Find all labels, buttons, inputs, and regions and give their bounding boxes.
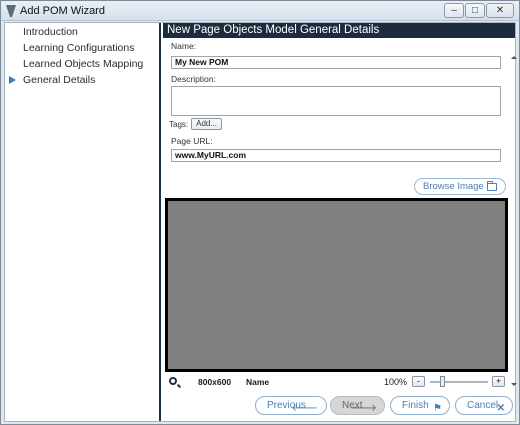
page-url-field[interactable]: www.MyURL.com [171, 149, 501, 162]
nav-item-introduction[interactable]: Introduction [5, 24, 159, 40]
zoom-percentage: 100% [384, 377, 408, 387]
nav-item-learned-objects-mapping[interactable]: Learned Objects Mapping [5, 56, 159, 72]
close-icon: ✕ [496, 403, 505, 414]
add-tag-button[interactable]: Add... [191, 118, 223, 130]
page-url-label: Page URL: [171, 136, 213, 146]
name-field[interactable]: My New POM [171, 56, 501, 69]
maximize-button[interactable]: □ [465, 3, 485, 18]
window-title: Add POM Wizard [20, 5, 105, 17]
zoom-in-button[interactable]: + [492, 376, 505, 387]
app-icon [6, 5, 16, 17]
tags-row: Tags: Add... [169, 118, 223, 130]
scroll-up-arrow-icon[interactable] [511, 55, 517, 59]
nav-item-label: Learning Configurations [23, 42, 135, 54]
screenshot-name: Name [246, 377, 270, 387]
nav-item-label: Introduction [23, 26, 78, 38]
wizard-window: Add POM Wizard – □ ✕ Introduction Learni… [0, 0, 520, 425]
description-label: Description: [171, 74, 216, 84]
finish-button[interactable]: Finish ⚑ [390, 396, 450, 415]
arrow-left-icon: 🡐 [291, 403, 318, 414]
magnifier-icon[interactable] [169, 377, 177, 385]
wizard-footer: Previous 🡐 Next 🡒 Finish ⚑ Cancel ✕ [163, 396, 515, 416]
zoom-out-button[interactable]: - [412, 376, 425, 387]
nav-item-label: General Details [23, 74, 96, 86]
next-button[interactable]: Next 🡒 [330, 396, 385, 415]
nav-item-label: Learned Objects Mapping [23, 58, 144, 70]
browse-image-label: Browse Image [423, 181, 484, 192]
nav-item-general-details[interactable]: General Details [5, 72, 159, 88]
screenshot-size: 800x600 [198, 377, 232, 387]
cancel-label: Cancel [467, 400, 499, 411]
previous-button[interactable]: Previous 🡐 [255, 396, 327, 415]
current-step-arrow-icon [9, 76, 16, 84]
arrow-right-icon: 🡒 [350, 403, 377, 414]
tags-label: Tags: [169, 119, 189, 129]
name-label: Name: [171, 41, 197, 51]
description-field[interactable] [171, 86, 501, 116]
scroll-down-arrow-icon[interactable] [511, 383, 517, 386]
title-bar: Add POM Wizard – □ ✕ [1, 1, 519, 21]
zoom-slider-thumb[interactable] [439, 376, 445, 387]
wizard-steps-nav: Introduction Learning Configurations Lea… [5, 23, 161, 421]
page-screenshot-preview [165, 198, 508, 372]
nav-item-learning-configurations[interactable]: Learning Configurations [5, 40, 159, 56]
window-controls: – □ ✕ [444, 3, 514, 18]
general-details-panel: New Page Objects Model General Details N… [163, 23, 517, 421]
panel-header: New Page Objects Model General Details [163, 23, 515, 38]
client-area: Introduction Learning Configurations Lea… [4, 22, 517, 422]
close-button[interactable]: ✕ [486, 3, 514, 18]
browse-image-button[interactable]: Browse Image [414, 178, 506, 195]
screenshot-info-bar: 800x600 Name 100% - + [163, 376, 515, 388]
folder-icon [487, 181, 497, 191]
flag-icon: ⚑ [433, 403, 442, 414]
finish-label: Finish [402, 400, 429, 411]
cancel-button[interactable]: Cancel ✕ [455, 396, 513, 415]
minimize-button[interactable]: – [444, 3, 464, 18]
